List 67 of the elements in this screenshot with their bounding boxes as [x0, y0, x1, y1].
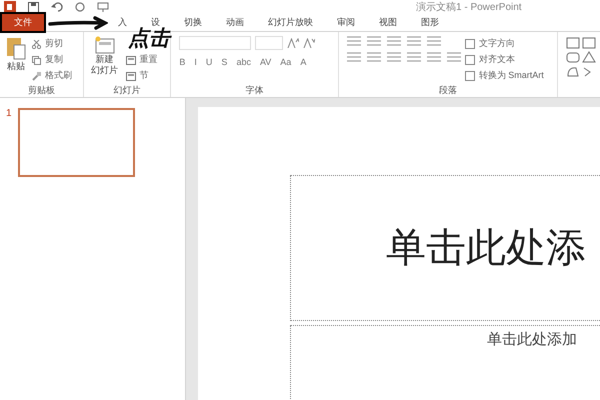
undo-icon[interactable] — [51, 2, 63, 12]
bullets-icon[interactable] — [346, 36, 361, 46]
font-size-field[interactable] — [255, 36, 284, 50]
copy-button[interactable]: 复制 — [32, 52, 72, 68]
ribbon-tab[interactable]: 图形 — [409, 14, 451, 31]
increase-indent-icon[interactable] — [406, 36, 421, 46]
decrease-indent-icon[interactable] — [386, 36, 401, 46]
ribbon-tab[interactable]: 视图 — [367, 14, 409, 31]
file-tab[interactable]: 文件 — [2, 14, 44, 31]
font-format-button[interactable]: B — [179, 56, 186, 70]
align-right-icon[interactable] — [386, 52, 401, 62]
smartart-icon[interactable] — [464, 71, 475, 81]
subtitle-placeholder-text: 单击此处添加 — [487, 330, 577, 348]
format-painter-icon[interactable] — [32, 72, 41, 80]
align-text-button[interactable]: 对齐文本 — [464, 52, 544, 68]
group-label: 幻灯片 — [112, 84, 142, 97]
ribbon-tab[interactable]: 审阅 — [325, 14, 367, 31]
group-label: 剪贴板 — [26, 84, 56, 97]
save-icon[interactable] — [28, 2, 39, 12]
slide-number: 1 — [6, 107, 12, 121]
ribbon-tab[interactable]: 幻灯片放映 — [256, 14, 325, 31]
grow-font-icon[interactable] — [287, 38, 300, 48]
cut-button[interactable]: 剪切 — [32, 36, 72, 52]
ribbon-tab[interactable]: 切换 — [172, 14, 214, 31]
smartart-button[interactable]: 转换为 SmartArt — [464, 68, 544, 84]
title-placeholder[interactable]: 单击此处添 — [290, 175, 600, 321]
line-spacing-icon[interactable] — [426, 36, 441, 46]
presentation-icon[interactable] — [97, 2, 109, 12]
slide-thumbnail[interactable] — [18, 108, 135, 177]
numbering-icon[interactable] — [366, 36, 381, 46]
text-direction-button[interactable]: 文字方向 — [464, 36, 544, 52]
align-center-icon[interactable] — [366, 52, 381, 62]
ribbon-tab[interactable]: 动画 — [214, 14, 256, 31]
cut-icon[interactable] — [32, 40, 41, 48]
clipboard-icon[interactable] — [6, 36, 26, 60]
font-format-button[interactable]: A — [300, 56, 306, 70]
title-placeholder-text: 单击此处添 — [386, 224, 586, 273]
app-logo-icon[interactable] — [4, 1, 16, 13]
reset-button[interactable]: 重置 — [126, 52, 158, 68]
format-painter-button[interactable]: 格式刷 — [32, 68, 72, 84]
subtitle-placeholder[interactable]: 单击此处添加 — [290, 325, 600, 400]
new-slide-icon[interactable] — [94, 36, 116, 54]
group-label: 段落 — [438, 84, 458, 97]
font-name-field[interactable] — [179, 36, 252, 50]
section-button[interactable]: 节 — [126, 68, 158, 84]
new-slide-button[interactable]: 新建 幻灯片 — [88, 36, 122, 84]
group-label: 字体 — [244, 84, 265, 97]
justify-icon[interactable] — [406, 52, 421, 62]
align-left-icon[interactable] — [346, 52, 361, 62]
columns-icon[interactable] — [426, 52, 441, 62]
font-format-button[interactable]: S — [221, 56, 228, 70]
section-icon[interactable] — [126, 72, 136, 80]
reset-icon[interactable] — [126, 56, 136, 64]
distribute-icon[interactable] — [446, 52, 461, 62]
font-format-button[interactable]: U — [206, 56, 212, 70]
text-direction-icon[interactable] — [464, 39, 475, 49]
font-format-button[interactable]: AV — [260, 56, 272, 70]
paste-button[interactable]: 粘贴 — [4, 36, 28, 84]
font-format-button[interactable]: abc — [236, 56, 251, 70]
shrink-font-icon[interactable] — [303, 38, 316, 48]
font-format-button[interactable]: Aa — [280, 56, 292, 70]
align-text-icon[interactable] — [464, 55, 475, 65]
window-title: 演示文稿1 - PowerPoint — [416, 0, 522, 14]
copy-icon[interactable] — [32, 56, 41, 64]
handwritten-note: 点击 — [128, 28, 170, 49]
ribbon-tab[interactable]: 入 — [106, 14, 139, 31]
font-format-button[interactable]: I — [194, 56, 197, 70]
